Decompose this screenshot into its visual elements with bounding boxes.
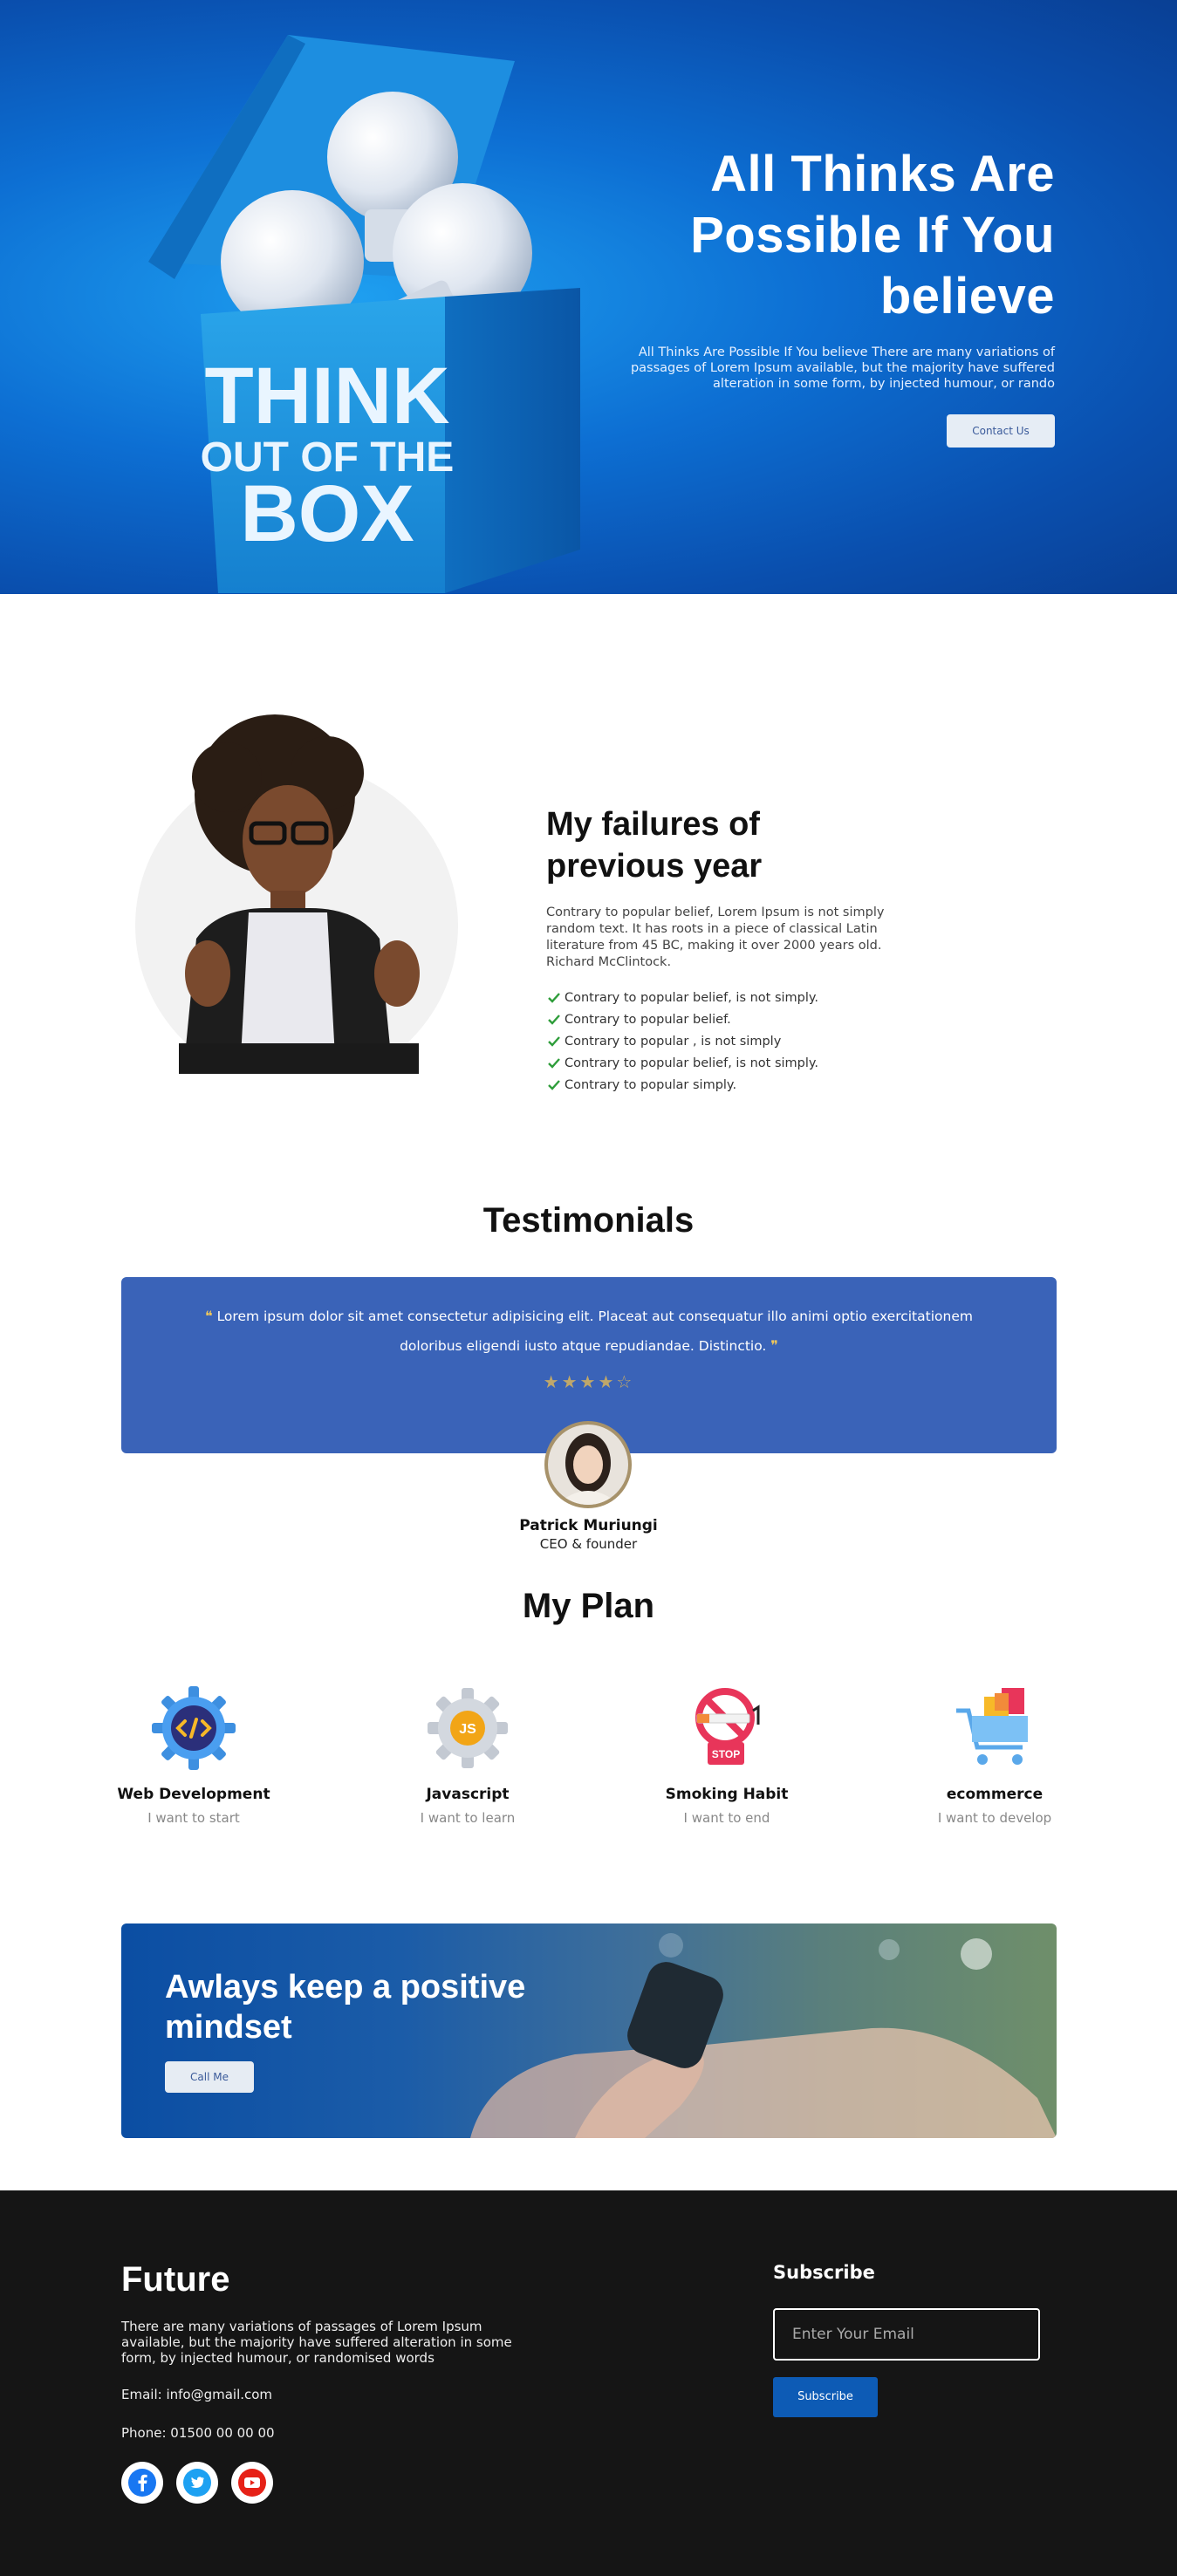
js-gear-icon: JS (428, 1688, 508, 1768)
footer-email: Email: info@gmail.com (121, 2387, 273, 2402)
plan-item-desc: I want to learn (420, 1810, 516, 1826)
plan-item-name: Web Development (117, 1786, 270, 1803)
checklist-item: Contrary to popular belief. (546, 1008, 913, 1030)
shopping-cart-icon (956, 1688, 1028, 1765)
testimonial-quote-text: Lorem ipsum dolor sit amet consectetur a… (216, 1308, 973, 1354)
think-out-of-the-box-illustration: THINK OUT OF THE BOX (148, 35, 580, 593)
testimonial-role: CEO & founder (539, 1536, 638, 1552)
checklist-item-text: Contrary to popular belief, is not simpl… (565, 990, 819, 1005)
footer: Future There are many variations of pass… (0, 2190, 1177, 2576)
hero-title: All Thinks Are Possible If You believe (601, 144, 1055, 327)
banner-title: Awlays keep a positive mindset (165, 1967, 619, 2047)
failures-section: My failures of previous year Contrary to… (0, 594, 1177, 1152)
subscribe-title: Subscribe (773, 2262, 875, 2283)
failures-title: My failures of previous year (546, 803, 913, 887)
plan-item-ecommerce: ecommerce I want to develop (899, 1684, 1091, 1826)
youtube-icon (238, 2469, 266, 2497)
plan-title: My Plan (522, 1587, 655, 1625)
failures-title-line: My failures of (546, 806, 760, 843)
quote-open-icon: ❝ (205, 1308, 213, 1324)
checklist-item: Contrary to popular belief, is not simpl… (546, 987, 913, 1008)
hero-section: THINK OUT OF THE BOX All Thinks Are Poss… (0, 0, 1177, 594)
checklist-item-text: Contrary to popular belief, is not simpl… (565, 1056, 819, 1070)
checklist-item-text: Contrary to popular simply. (565, 1077, 737, 1092)
hero-subtitle: All Thinks Are Possible If You believe T… (630, 345, 1055, 391)
checklist-item: Contrary to popular simply. (546, 1074, 913, 1096)
checkmark-icon (548, 1079, 560, 1090)
testimonial-quote: ❝ Lorem ipsum dolor sit amet consectetur… (182, 1302, 996, 1361)
plan-item-desc: I want to end (683, 1810, 770, 1826)
social-links (121, 2462, 273, 2504)
contact-us-button[interactable]: Contact Us (947, 414, 1055, 448)
svg-text:STOP: STOP (712, 1748, 740, 1760)
banner-title-line: Awlays keep a positive (165, 1969, 526, 2005)
box-text-think: THINK (204, 352, 449, 441)
checkmark-icon (548, 1057, 560, 1069)
subscribe-button[interactable]: Subscribe (773, 2377, 878, 2417)
twitter-link[interactable] (176, 2462, 218, 2504)
hero-text-block: All Thinks Are Possible If You believe A… (601, 144, 1055, 448)
checkmark-icon (548, 1014, 560, 1025)
plan-item-desc: I want to start (147, 1810, 240, 1826)
testimonials-section: Testimonials ❝ Lorem ipsum dolor sit ame… (0, 1152, 1177, 1562)
hero-title-line: Possible If You (690, 207, 1055, 263)
failures-title-line: previous year (546, 848, 763, 885)
checkmark-icon (548, 1035, 560, 1047)
email-field[interactable] (773, 2308, 1040, 2361)
box-text-box: BOX (240, 469, 414, 558)
checklist-item: Contrary to popular belief, is not simpl… (546, 1052, 913, 1074)
plan-section: My Plan Web Development I want to start (0, 1562, 1177, 1903)
plan-item-name: Javascript (426, 1786, 510, 1803)
avatar (544, 1421, 632, 1508)
checklist-item-text: Contrary to popular belief. (565, 1012, 731, 1027)
testimonial-name: Patrick Muriungi (519, 1517, 658, 1534)
call-me-button[interactable]: Call Me (165, 2061, 254, 2093)
checklist-item: Contrary to popular , is not simply (546, 1030, 913, 1052)
footer-phone: Phone: 01500 00 00 00 (121, 2425, 275, 2441)
no-smoking-icon: STOP (695, 1688, 760, 1765)
plan-item-web-development: Web Development I want to start (98, 1684, 290, 1826)
quote-close-icon: ❞ (770, 1337, 778, 1354)
footer-description: There are many variations of passages of… (121, 2319, 512, 2366)
failures-text-block: My failures of previous year Contrary to… (546, 803, 913, 1096)
hero-title-line: believe (879, 268, 1055, 325)
checklist-item-text: Contrary to popular , is not simply (565, 1034, 782, 1049)
positive-mindset-banner: Awlays keep a positive mindset Call Me (121, 1923, 1057, 2138)
failures-body: Contrary to popular belief, Lorem Ipsum … (546, 905, 885, 969)
plan-item-name: ecommerce (946, 1786, 1044, 1803)
plan-item-desc: I want to develop (937, 1810, 1052, 1826)
banner-title-line: mindset (165, 2009, 292, 2046)
avatar-image (548, 1425, 628, 1505)
facebook-link[interactable] (121, 2462, 163, 2504)
svg-text:JS: JS (459, 1722, 476, 1737)
plan-item-smoking-habit: STOP Smoking Habit I want to end (631, 1684, 823, 1826)
facebook-icon (128, 2469, 156, 2497)
footer-title: Future (121, 2260, 230, 2299)
checkmark-icon (548, 992, 560, 1003)
woman-portrait-image (135, 714, 458, 1074)
code-gear-icon (152, 1686, 236, 1770)
star-rating: ★★★★☆ (543, 1371, 635, 1392)
hero-title-line: All Thinks Are (710, 146, 1055, 202)
twitter-icon (183, 2469, 211, 2497)
failures-checklist: Contrary to popular belief, is not simpl… (546, 987, 913, 1096)
plan-item-javascript: JS Javascript I want to learn (372, 1684, 564, 1826)
testimonials-title: Testimonials (482, 1201, 695, 1240)
youtube-link[interactable] (231, 2462, 273, 2504)
plan-item-name: Smoking Habit (665, 1786, 789, 1803)
